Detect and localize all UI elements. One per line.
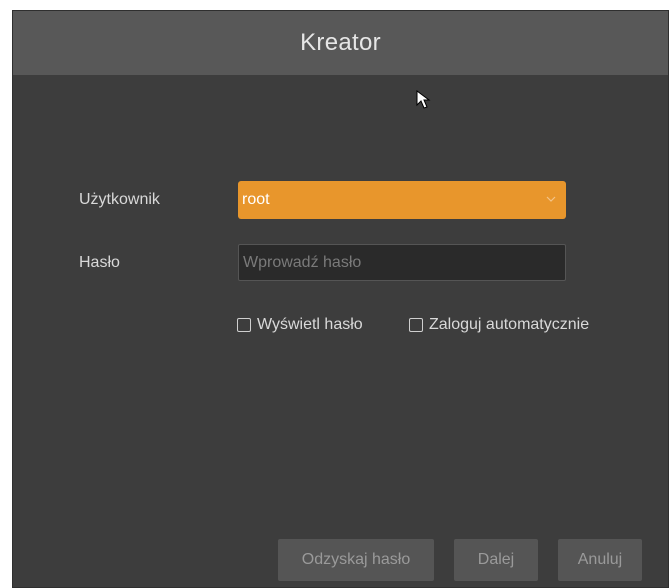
auto-login-label: Zaloguj automatycznie [429,316,590,333]
cancel-label: Anuluj [577,551,623,568]
checkbox-icon [409,318,423,332]
chevron-down-icon [546,196,556,202]
show-password-checkbox[interactable]: Wyświetl hasło [237,316,363,334]
password-input[interactable] [238,244,566,281]
show-password-label: Wyświetl hasło [257,316,363,333]
checkbox-icon [237,318,251,332]
mouse-cursor-icon [416,90,431,109]
user-label: Użytkownik [79,191,160,208]
recover-password-label: Odzyskaj hasło [301,551,411,568]
user-select[interactable]: root [238,181,566,219]
next-button[interactable]: Dalej [454,539,538,581]
password-label: Hasło [79,254,120,271]
user-select-value: root [242,191,270,208]
auto-login-checkbox[interactable]: Zaloguj automatycznie [409,316,589,334]
cancel-button[interactable]: Anuluj [558,539,642,581]
wizard-dialog: Kreator Użytkownik root Hasło Wyświetl h… [12,10,669,588]
recover-password-button[interactable]: Odzyskaj hasło [278,539,434,581]
next-label: Dalej [477,551,515,568]
dialog-title: Kreator [300,29,381,56]
dialog-titlebar: Kreator [13,11,668,75]
